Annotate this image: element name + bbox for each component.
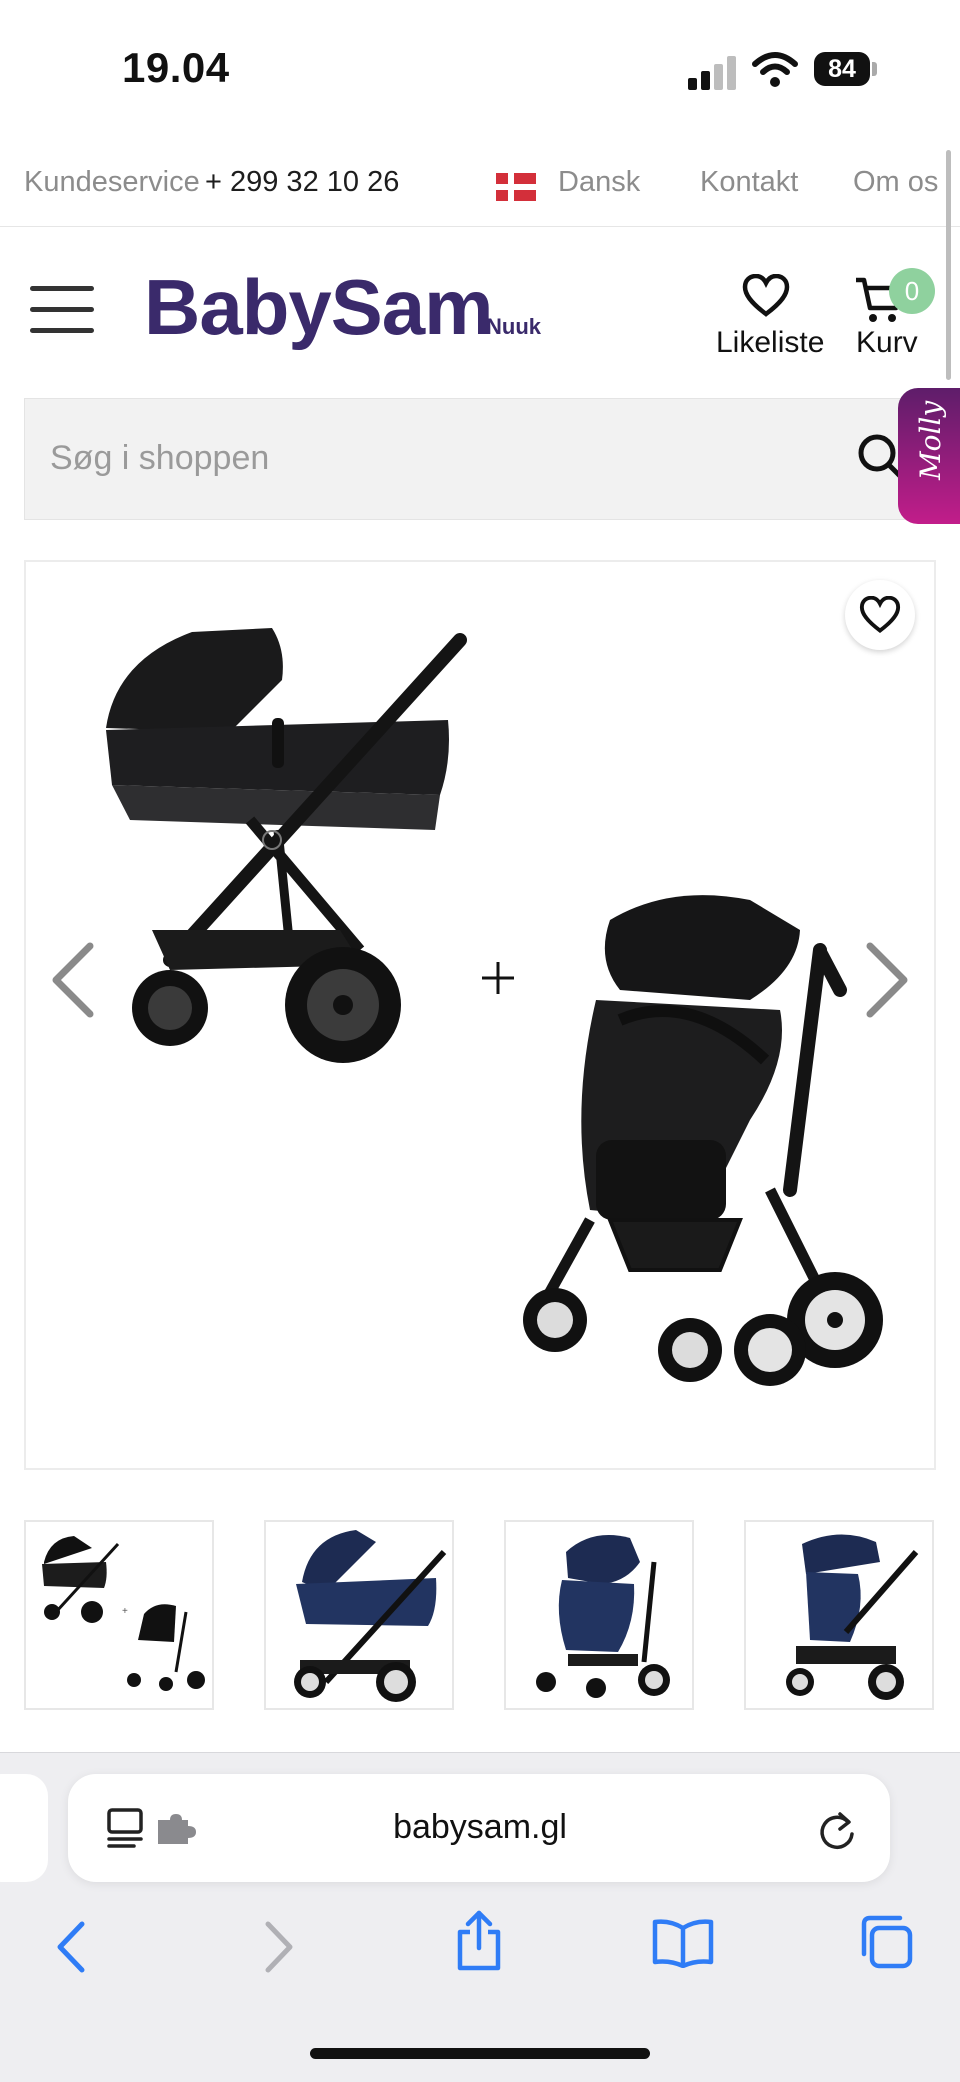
home-indicator (310, 2048, 650, 2059)
wishlist-button[interactable]: Likeliste (714, 270, 824, 360)
reload-icon[interactable] (816, 1808, 858, 1852)
thumbnail-3[interactable] (504, 1520, 694, 1710)
previous-image-arrow-icon[interactable] (48, 940, 98, 1020)
brand-logo[interactable]: BabySam (144, 262, 493, 353)
danish-flag-icon (496, 173, 536, 201)
language-selector[interactable]: Dansk (558, 166, 640, 199)
forward-button-icon[interactable] (262, 1920, 296, 1974)
thumbnail-2[interactable] (264, 1520, 454, 1710)
utility-bar: Kundeservice + 299 32 10 26 Dansk Kontak… (0, 150, 960, 227)
thumbnail-1[interactable]: + (24, 1520, 214, 1710)
tabs-icon[interactable] (858, 1914, 914, 1970)
next-image-arrow-icon[interactable] (862, 940, 912, 1020)
cart-label: Kurv (856, 326, 918, 359)
wishlist-label: Likeliste (716, 326, 825, 359)
svg-text:+: + (122, 1606, 128, 1617)
contact-link[interactable]: Kontakt (700, 166, 798, 199)
heart-icon (859, 596, 901, 633)
thumbnail-navy-side-image (786, 1534, 919, 1700)
menu-button[interactable] (30, 286, 94, 334)
thumbnail-navy-cot-image (294, 1530, 447, 1702)
share-icon[interactable] (454, 1910, 504, 1972)
about-link[interactable]: Om os (853, 166, 938, 199)
search-placeholder: Søg i shoppen (50, 439, 270, 477)
bookmarks-icon[interactable] (652, 1918, 714, 1968)
molly-label: Molly (914, 400, 947, 480)
cart-count-badge: 0 (889, 268, 935, 314)
status-time: 19.04 (122, 44, 230, 91)
pushchair-seat-image (523, 895, 883, 1386)
pram-carrycot-image (106, 628, 467, 1063)
customer-service-label: Kundeservice (24, 166, 200, 198)
cellular-signal-icon (688, 56, 736, 90)
heart-icon (742, 274, 790, 317)
thumbnail-black-combo-image: + (42, 1536, 205, 1691)
thumbnail-4[interactable] (744, 1520, 934, 1710)
add-to-wishlist-button[interactable] (845, 580, 915, 650)
page-scrollbar[interactable] (946, 150, 951, 380)
search-icon[interactable] (856, 432, 904, 480)
back-button-icon[interactable] (54, 1920, 88, 1974)
battery-indicator: 84 (814, 52, 870, 86)
phone-link[interactable]: + 299 32 10 26 (205, 166, 399, 199)
battery-tip (872, 62, 877, 76)
thumbnail-navy-seat-image (536, 1535, 670, 1698)
store-location: Nuuk (486, 314, 541, 339)
wifi-icon (752, 52, 798, 87)
